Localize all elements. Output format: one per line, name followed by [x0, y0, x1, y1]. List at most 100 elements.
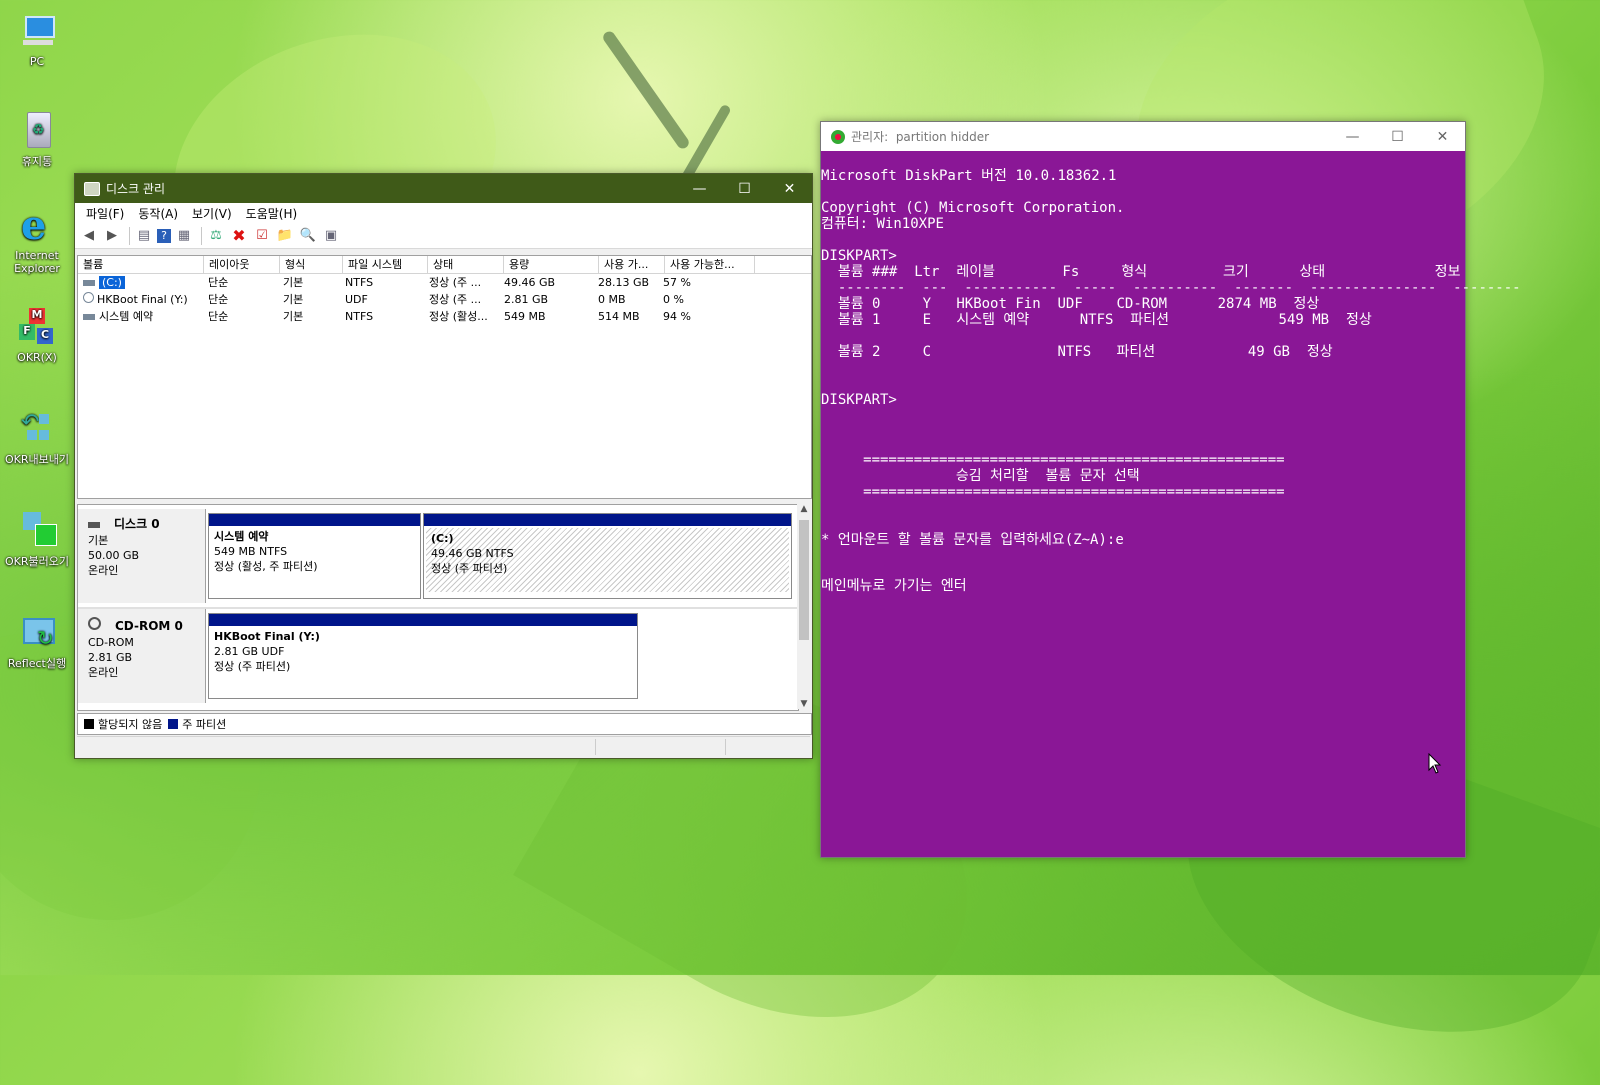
- volume-free-pct: 94 %: [663, 310, 691, 323]
- desktop-icon-okr[interactable]: M F C OKR(X): [2, 308, 72, 364]
- search-folder-icon[interactable]: 🔍: [298, 226, 318, 246]
- table-row[interactable]: HKBoot Final (Y:) 단순 기본 UDF 정상 (주 ... 2.…: [78, 291, 811, 308]
- desktop-icon-pc[interactable]: PC: [2, 12, 72, 68]
- console-line: DISKPART>: [821, 392, 897, 408]
- minimize-button[interactable]: —: [677, 174, 722, 203]
- legend-swatch-unallocated: [84, 719, 94, 729]
- minimize-button[interactable]: —: [1330, 122, 1375, 151]
- toolbar-divider: [129, 226, 130, 245]
- partition-hkboot[interactable]: HKBoot Final (Y:) 2.81 GB UDF 정상 (주 파티션): [208, 613, 638, 699]
- scroll-thumb[interactable]: [799, 520, 809, 640]
- volume-name: (C:): [78, 274, 203, 291]
- desktop-icon-label: PC: [29, 55, 45, 68]
- disk-name: 디스크 0: [114, 517, 160, 531]
- scroll-down-icon[interactable]: ▼: [797, 699, 811, 709]
- disk-kind: CD-ROM: [88, 636, 134, 649]
- check-icon[interactable]: ☑: [252, 226, 272, 246]
- console-line: ========================================…: [821, 484, 1285, 500]
- legend-label-primary: 주 파티션: [182, 718, 227, 731]
- partition-c[interactable]: (C:) 49.46 GB NTFS 정상 (주 파티션): [423, 513, 792, 599]
- partition-bar: [424, 514, 791, 526]
- volume-capacity: 49.46 GB: [504, 276, 556, 289]
- title-bar[interactable]: 관리자: partition hidder — ☐ ✕: [821, 122, 1465, 151]
- disk-icon: [88, 522, 100, 528]
- partition-status: 정상 (활성, 주 파티션): [214, 560, 318, 573]
- console-line: 볼륨 0 Y HKBoot Fin UDF CD-ROM 2874 MB 정상: [821, 296, 1320, 312]
- menu-action[interactable]: 동작(A): [131, 205, 185, 222]
- scroll-up-icon[interactable]: ▲: [797, 504, 811, 518]
- console-icon[interactable]: ▣: [321, 226, 341, 246]
- back-icon[interactable]: ◀: [79, 226, 99, 246]
- menu-view[interactable]: 보기(V): [185, 205, 239, 222]
- disk-state: 온라인: [88, 666, 119, 679]
- disk-management-icon: [84, 181, 100, 196]
- window-title-prefix: 관리자:: [851, 130, 889, 144]
- disk-row: CD-ROM 0 CD-ROM 2.81 GB 온라인 HKBoot Final…: [78, 607, 798, 703]
- forward-icon[interactable]: ▶: [102, 226, 122, 246]
- cd-rom-icon: [88, 617, 101, 630]
- table-row[interactable]: 시스템 예약 단순 기본 NTFS 정상 (활성... 549 MB 514 M…: [78, 308, 811, 325]
- table-row[interactable]: (C:) 단순 기본 NTFS 정상 (주 ... 49.46 GB 28.13…: [78, 274, 811, 291]
- console-output[interactable]: Microsoft DiskPart 버전 10.0.18362.1 Copyri…: [821, 152, 1521, 856]
- column-header-status[interactable]: 상태: [428, 256, 504, 273]
- partition-system-reserved[interactable]: 시스템 예약 549 MB NTFS 정상 (활성, 주 파티션): [208, 513, 421, 599]
- disk-info[interactable]: CD-ROM 0 CD-ROM 2.81 GB 온라인: [78, 609, 206, 703]
- pc-icon: [17, 12, 57, 52]
- maximize-button[interactable]: ☐: [722, 174, 767, 203]
- desktop-icon-okr-import[interactable]: OKR불러오기: [2, 510, 72, 569]
- desktop-icon-recycle-bin[interactable]: ♻ 휴지통: [2, 110, 72, 169]
- volume-name-text: (C:): [99, 276, 125, 289]
- disk-row: 디스크 0 기본 50.00 GB 온라인 시스템 예약 549 MB NTFS…: [78, 509, 798, 603]
- partition-bar: [209, 514, 420, 526]
- volume-fs: NTFS: [345, 310, 374, 323]
- console-line: 컴퓨터: Win10XPE: [821, 216, 944, 232]
- desktop-icon-label: Reflect실행: [7, 657, 67, 670]
- menu-help[interactable]: 도움말(H): [239, 205, 305, 222]
- desktop-icon-label: 휴지통: [21, 155, 53, 168]
- close-button[interactable]: ✕: [1420, 122, 1465, 151]
- properties-icon[interactable]: ▦: [174, 226, 194, 246]
- toolbar: ◀ ▶ ▤ ? ▦ ⚖ ✖ ☑ 📁 🔍 ▣: [75, 223, 812, 249]
- close-button[interactable]: ✕: [767, 174, 812, 203]
- column-header-free[interactable]: 사용 가...: [599, 256, 665, 273]
- okr-export-icon: ↶: [17, 408, 57, 448]
- disk-name: CD-ROM 0: [115, 619, 183, 633]
- console-line: Microsoft DiskPart 버전 10.0.18362.1: [821, 168, 1117, 184]
- volume-status: 정상 (주 ...: [429, 293, 482, 306]
- delete-icon[interactable]: ✖: [229, 226, 249, 246]
- desktop-icon-okr-export[interactable]: ↶ OKR내보내기: [2, 408, 72, 467]
- window-title-name: partition hidder: [895, 130, 990, 144]
- column-header-free-pct[interactable]: 사용 가능한...: [665, 256, 755, 273]
- console-line: 승김 처리할 볼륨 문자 선택: [821, 468, 1140, 484]
- desktop-icon-reflect[interactable]: ↻ Reflect실행: [2, 612, 72, 671]
- help-icon[interactable]: ?: [157, 228, 171, 243]
- column-header-fs[interactable]: 파일 시스템: [343, 256, 428, 273]
- legend: 할당되지 않음 주 파티션: [77, 713, 812, 735]
- disk-map: 디스크 0 기본 50.00 GB 온라인 시스템 예약 549 MB NTFS…: [77, 504, 799, 711]
- column-header-volume[interactable]: 볼륨: [78, 256, 204, 273]
- mouse-cursor-icon: [1428, 753, 1442, 774]
- connect-icon[interactable]: ⚖: [206, 226, 226, 246]
- volume-fs: UDF: [345, 293, 368, 306]
- title-bar[interactable]: 디스크 관리 — ☐ ✕: [75, 174, 812, 203]
- volume-type: 기본: [283, 310, 304, 323]
- maximize-button[interactable]: ☐: [1375, 122, 1420, 151]
- column-header-capacity[interactable]: 용량: [504, 256, 599, 273]
- cd-icon: [83, 292, 94, 303]
- disk-management-window: 디스크 관리 — ☐ ✕ 파일(F) 동작(A) 보기(V) 도움말(H) ◀ …: [74, 173, 813, 759]
- show-hide-tree-icon[interactable]: ▤: [134, 226, 154, 246]
- volume-status: 정상 (주 ...: [429, 276, 482, 289]
- menu-bar: 파일(F) 동작(A) 보기(V) 도움말(H): [75, 203, 812, 223]
- desktop-icon-internet-explorer[interactable]: e Internet Explorer: [2, 206, 72, 276]
- column-header-type[interactable]: 형식: [280, 256, 343, 273]
- column-header-layout[interactable]: 레이아웃: [204, 256, 280, 273]
- volume-free: 28.13 GB: [598, 276, 650, 289]
- disk-info[interactable]: 디스크 0 기본 50.00 GB 온라인: [78, 509, 206, 603]
- console-line: -------- --- ----------- ----- ---------…: [821, 280, 1521, 296]
- volume-list-header: 볼륨 레이아웃 형식 파일 시스템 상태 용량 사용 가... 사용 가능한..…: [78, 256, 811, 274]
- volume-capacity: 2.81 GB: [504, 293, 549, 306]
- vertical-scrollbar[interactable]: ▲ ▼: [797, 504, 811, 709]
- folder-up-icon[interactable]: 📁: [275, 226, 295, 246]
- recycle-bin-icon: ♻: [17, 110, 57, 150]
- menu-file[interactable]: 파일(F): [79, 205, 131, 222]
